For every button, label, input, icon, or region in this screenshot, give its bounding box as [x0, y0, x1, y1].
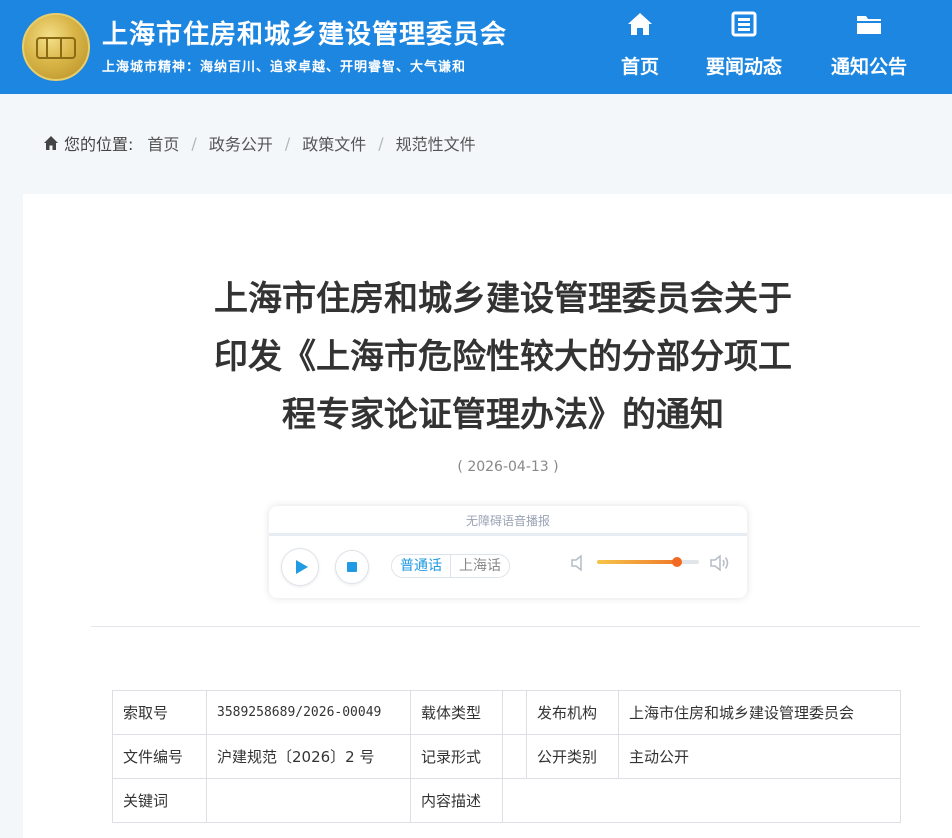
- article-title: 上海市住房和城乡建设管理委员会关于 印发《上海市危险性较大的分部分项工 程专家论…: [183, 270, 823, 444]
- breadcrumb-policy-docs[interactable]: 政策文件: [302, 131, 366, 155]
- table-cell: [502, 690, 527, 735]
- newspaper-icon: [731, 11, 757, 37]
- breadcrumb-normative-docs[interactable]: 规范性文件: [396, 131, 476, 155]
- nav-news[interactable]: 要闻动态: [699, 10, 789, 86]
- publish-date: ( 2026-04-13 ): [457, 459, 559, 475]
- site-logo[interactable]: [22, 13, 90, 81]
- table-cell: 内容描述: [410, 778, 503, 823]
- breadcrumb: 您的位置: 首页 / 政务公开 / 政策文件 / 规范性文件: [43, 131, 476, 155]
- volume-low-icon[interactable]: [569, 552, 587, 574]
- breadcrumb-separator: /: [284, 133, 291, 153]
- site-title: 上海市住房和城乡建设管理委员会: [102, 20, 508, 50]
- folder-icon: [857, 16, 881, 34]
- table-row: 关键词 内容描述: [112, 778, 901, 823]
- article-card: 上海市住房和城乡建设管理委员会关于 印发《上海市危险性较大的分部分项工 程专家论…: [23, 194, 952, 838]
- article-title-line: 程专家论证管理办法》的通知: [282, 395, 724, 435]
- table-row: 文件编号 沪建规范〔2026〕2 号 记录形式 公开类别 主动公开: [112, 734, 901, 779]
- breadcrumb-gov-affairs[interactable]: 政务公开: [209, 131, 273, 155]
- nav-notice-label: 通知公告: [830, 56, 907, 78]
- document-info-table: 索取号 3589258689/2026-00049 载体类型 发布机构 上海市住…: [112, 690, 901, 823]
- table-cell: 关键词: [112, 778, 207, 823]
- play-button[interactable]: [281, 548, 319, 586]
- home-icon: [44, 136, 58, 150]
- nav-home-label: 首页: [620, 56, 659, 78]
- table-cell: 文件编号: [112, 734, 207, 779]
- table-cell: 记录形式: [410, 734, 503, 779]
- table-cell: 发布机构: [526, 690, 619, 735]
- breadcrumb-separator: /: [191, 133, 197, 153]
- lang-mandarin-button[interactable]: 普通话: [392, 555, 451, 577]
- lang-shanghainese-button[interactable]: 上海话: [451, 555, 509, 577]
- nav-notice[interactable]: 通知公告: [824, 10, 914, 86]
- site-motto: 上海城市精神：海纳百川、追求卓越、开明睿智、大气谦和: [102, 60, 467, 75]
- table-cell: [206, 778, 411, 823]
- logo-emblem: [36, 37, 76, 59]
- volume-high-icon[interactable]: [709, 552, 731, 574]
- breadcrumb-separator: /: [378, 133, 384, 153]
- table-cell: 沪建规范〔2026〕2 号: [206, 734, 411, 779]
- volume-slider-fill: [597, 560, 677, 564]
- breadcrumb-home[interactable]: 首页: [147, 131, 179, 155]
- table-cell: 索取号: [112, 690, 207, 735]
- home-icon: [628, 13, 652, 35]
- table-row: 索取号 3589258689/2026-00049 载体类型 发布机构 上海市住…: [112, 690, 901, 735]
- nav-news-label: 要闻动态: [705, 56, 782, 78]
- article-title-line: 上海市住房和城乡建设管理委员会关于: [214, 279, 792, 319]
- table-cell: 3589258689/2026-00049: [206, 690, 411, 735]
- language-switch: 普通话 上海话: [391, 554, 510, 578]
- play-icon: [296, 560, 308, 574]
- site-header: 上海市住房和城乡建设管理委员会 上海城市精神：海纳百川、追求卓越、开明睿智、大气…: [0, 0, 952, 94]
- volume-slider[interactable]: [597, 557, 699, 567]
- table-cell: 载体类型: [410, 690, 503, 735]
- content-divider: [91, 626, 920, 627]
- table-cell: 上海市住房和城乡建设管理委员会: [618, 690, 901, 735]
- nav-home[interactable]: 首页: [612, 10, 668, 86]
- table-cell: 公开类别: [526, 734, 619, 779]
- player-title: 无障碍语音播报: [269, 506, 747, 536]
- volume-slider-handle[interactable]: [671, 557, 682, 567]
- article-title-line: 印发《上海市危险性较大的分部分项工: [214, 337, 792, 377]
- stop-icon: [347, 562, 357, 572]
- table-cell: [502, 734, 527, 779]
- breadcrumb-prefix: 您的位置:: [64, 135, 134, 154]
- audio-player: 无障碍语音播报 普通话 上海话: [269, 506, 747, 598]
- table-cell: [502, 778, 901, 823]
- stop-button[interactable]: [335, 550, 369, 584]
- table-cell: 主动公开: [618, 734, 901, 779]
